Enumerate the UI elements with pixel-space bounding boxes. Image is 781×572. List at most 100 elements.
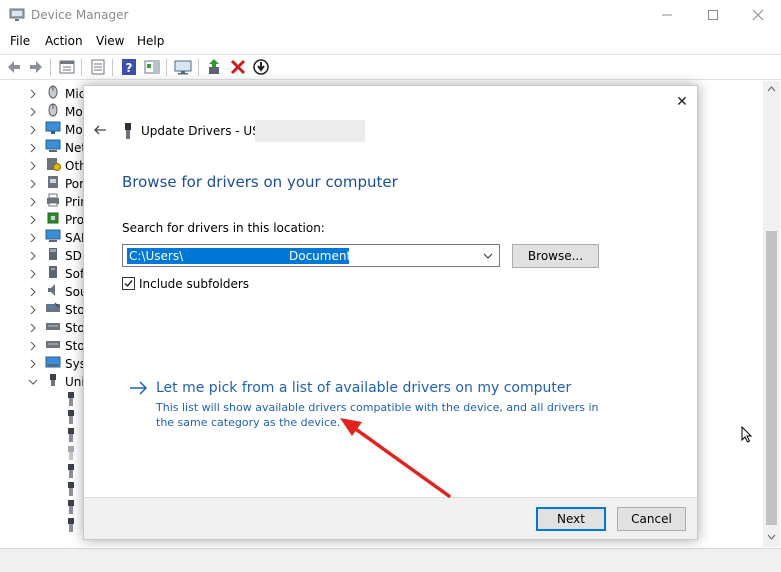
mouse-cursor-icon [741,426,753,443]
processor-icon [47,212,59,224]
menu-help[interactable]: Help [137,34,164,48]
driver-path-combobox[interactable]: C:\Users\ Documents [122,244,500,267]
tree-category[interactable]: Mo [0,121,90,139]
close-icon: ✕ [676,94,688,110]
chevron-right-icon[interactable] [28,287,38,297]
dialog-heading: Browse for drivers on your computer [122,173,398,191]
back-icon[interactable] [5,58,23,76]
chevron-right-icon[interactable] [28,125,38,135]
vertical-scrollbar[interactable] [763,81,780,547]
usb-device-icon[interactable] [67,464,75,478]
usb-device-icon[interactable] [67,428,75,442]
menu-action[interactable]: Action [45,34,83,48]
chevron-right-icon[interactable] [28,107,38,117]
chevron-right-icon[interactable] [28,197,38,207]
cancel-button[interactable]: Cancel [617,507,686,531]
chevron-right-icon[interactable] [28,251,38,261]
browse-button[interactable]: Browse... [512,244,599,268]
scroll-down-icon[interactable] [767,533,776,541]
tree-category[interactable]: Sto [0,337,90,355]
close-icon [752,9,764,21]
chevron-right-icon[interactable] [28,215,38,225]
chevron-down-icon[interactable] [28,377,38,387]
toolbar: ? [0,54,781,80]
tree-category[interactable]: Sof [0,265,90,283]
usb-device-icon[interactable] [67,500,75,514]
dialog-close-button[interactable]: ✕ [672,92,692,112]
usb-device-icon[interactable] [67,446,75,460]
chevron-right-icon[interactable] [28,161,38,171]
tree-category-label: Mo [65,105,83,119]
tree-category[interactable]: SD [0,247,90,265]
close-window-button[interactable] [735,0,781,30]
chevron-right-icon[interactable] [28,89,38,99]
usb-device-icon[interactable] [67,410,75,424]
tree-category[interactable]: Mo [0,103,90,121]
menu-file[interactable]: File [10,34,30,48]
mouse-icon [48,85,58,99]
tree-category[interactable]: Prin [0,193,90,211]
tree-category[interactable]: Mic [0,85,90,103]
back-arrow-icon[interactable] [92,122,108,138]
tree-category-expanded[interactable]: Uni [0,373,90,391]
usb-device-icon[interactable] [67,392,75,406]
chevron-right-icon[interactable] [28,143,38,153]
software-icon [49,266,57,278]
tree-category[interactable]: SAN [0,229,90,247]
usb-device-icon[interactable] [67,518,75,532]
monitor-icon[interactable] [174,58,192,76]
mouse-icon [48,103,58,117]
chevron-right-icon[interactable] [28,179,38,189]
tree-category-label: Sto [65,339,85,353]
chevron-right-icon[interactable] [28,305,38,315]
forward-icon[interactable] [27,58,45,76]
uninstall-icon[interactable] [229,58,247,76]
chevron-right-icon[interactable] [28,269,38,279]
chevron-down-icon[interactable] [482,251,494,261]
usb-device-icon [125,123,131,139]
other-device-icon [47,158,61,171]
dialog-title: Update Drivers - USB [141,124,269,138]
scan-icon[interactable] [252,58,270,76]
path-value-start: C:\Users\ [129,249,184,263]
action-pane-icon[interactable] [143,58,161,76]
tree-category[interactable]: Sou [0,283,90,301]
include-subfolders-label[interactable]: Include subfolders [139,277,249,291]
chevron-right-icon[interactable] [28,233,38,243]
pick-driver-link[interactable]: Let me pick from a list of available dri… [156,380,571,396]
tree-category[interactable]: Sto [0,301,90,319]
chevron-right-icon[interactable] [28,359,38,369]
tree-category[interactable]: Sys [0,355,90,373]
chevron-right-icon[interactable] [28,323,38,333]
include-subfolders-checkbox[interactable] [122,277,135,290]
search-location-label: Search for drivers in this location: [122,221,325,235]
scrollbar-thumb[interactable] [766,231,777,525]
help-icon[interactable]: ? [120,58,138,76]
tree-category-label: Mo [65,123,83,137]
menu-view[interactable]: View [96,34,124,48]
scroll-up-icon[interactable] [767,85,776,93]
tree-category-label: SD [65,249,82,263]
maximize-icon [708,10,718,20]
properties-icon[interactable] [58,58,76,76]
update-driver-icon[interactable] [206,58,224,76]
toolbar-separator [81,59,82,76]
tree-category-label: Pro [65,213,85,227]
svg-text:?: ? [126,61,133,75]
tree-category-label: Sto [65,303,85,317]
update-drivers-dialog: ✕ Update Drivers - USB Browse for driver… [83,85,698,540]
usb-device-icon[interactable] [67,482,75,496]
arrow-right-icon[interactable] [129,380,149,396]
chevron-right-icon[interactable] [28,341,38,351]
show-hide-icon[interactable] [89,58,107,76]
tree-category[interactable]: Oth [0,157,90,175]
toolbar-separator [50,59,51,76]
maximize-button[interactable] [690,0,736,30]
usb-controller-icon [50,374,56,386]
tree-category[interactable]: Sto [0,319,90,337]
next-button[interactable]: Next [536,507,606,531]
minimize-button[interactable] [644,0,690,30]
tree-category[interactable]: Pro [0,211,90,229]
tree-category[interactable]: Por [0,175,90,193]
tree-category[interactable]: Net [0,139,90,157]
